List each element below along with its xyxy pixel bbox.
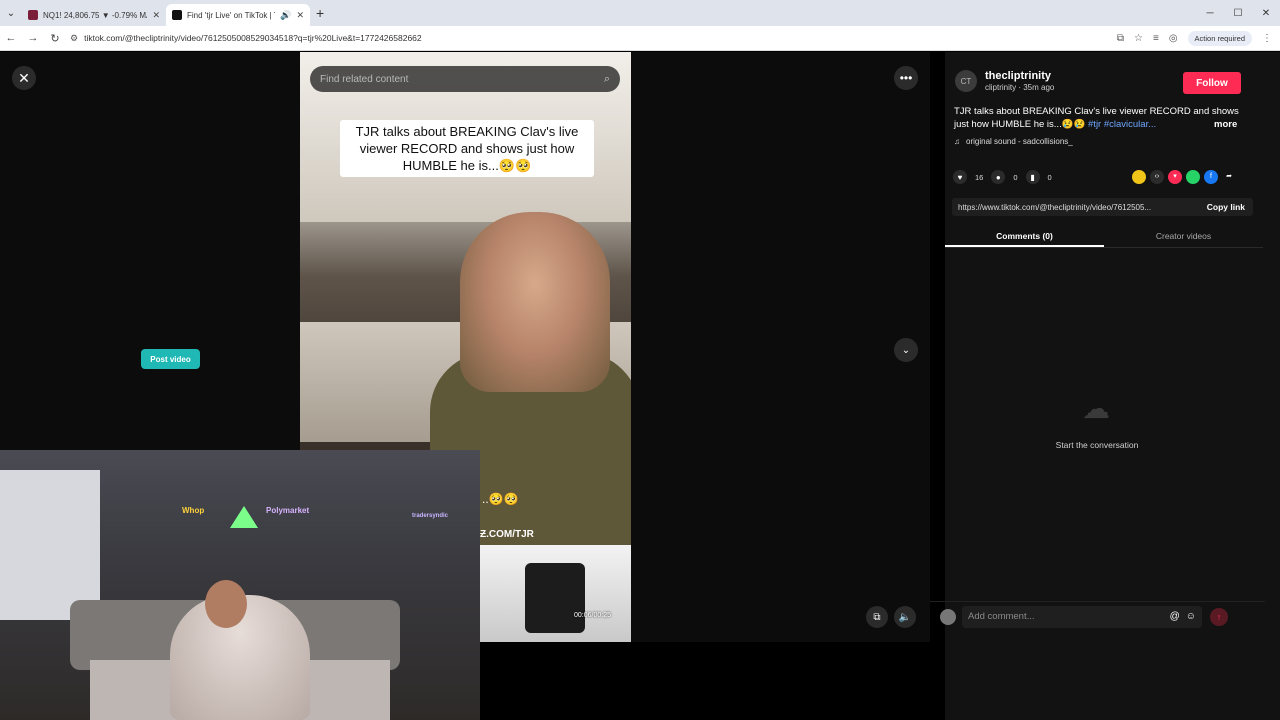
- stats-row: ♥ 16 ● 0 ▮ 0: [953, 170, 1052, 184]
- video-link: https://www.tiktok.com/@thecliptrinity/v…: [958, 202, 1152, 212]
- url-field[interactable]: ⚙ tiktok.com/@thecliptrinity/video/76125…: [70, 29, 1117, 48]
- empty-comments-icon: ☁: [1082, 393, 1110, 424]
- user-avatar: [940, 608, 956, 625]
- tab-creator-videos[interactable]: Creator videos: [1104, 226, 1263, 247]
- neon-sign-tradersyndic: tradersyndic: [412, 513, 449, 519]
- like-count: 16: [975, 172, 984, 182]
- whiteboard: [0, 470, 100, 620]
- url-text: tiktok.com/@thecliptrinity/video/7612505…: [84, 33, 422, 43]
- tradingview-favicon-icon: [28, 10, 38, 20]
- comment-bar: @ ☺ ↑: [930, 601, 1265, 631]
- brand-label: Ƶ.COM/TJR: [480, 529, 534, 540]
- whatsapp-icon[interactable]: [1186, 170, 1200, 184]
- phone-image: [525, 563, 585, 633]
- author-row[interactable]: CT thecliptrinity cliptrinity · 35m ago: [955, 70, 1054, 92]
- facebook-icon[interactable]: f: [1204, 170, 1218, 184]
- tab-audio-icon[interactable]: 🔊: [280, 10, 291, 21]
- tab-close-icon[interactable]: ✕: [296, 10, 304, 21]
- tab-title: NQ1! 24,806.75 ▼ -0.79% MA: [43, 10, 148, 20]
- embed-icon[interactable]: ‹›: [1150, 170, 1164, 184]
- install-app-icon[interactable]: ⧉: [1117, 33, 1124, 44]
- details-panel: CT thecliptrinity cliptrinity · 35m ago …: [930, 52, 1280, 720]
- heart-icon[interactable]: ♥: [953, 170, 967, 184]
- phone-inset: [480, 545, 631, 642]
- send-to-friends-icon[interactable]: ▾: [1168, 170, 1182, 184]
- action-required-button[interactable]: Action required: [1187, 30, 1252, 46]
- browser-tab-bar: ⌄ NQ1! 24,806.75 ▼ -0.79% MA ✕ Find 'tjr…: [0, 0, 1280, 26]
- sound-name[interactable]: original sound - sadcollisions_: [966, 137, 1073, 146]
- site-info-icon[interactable]: ⚙: [70, 33, 78, 44]
- follow-button[interactable]: Follow: [1183, 72, 1241, 94]
- reload-icon[interactable]: ↻: [44, 32, 66, 45]
- emoji-strip: ..🥺🥺: [482, 492, 519, 506]
- author-meta: cliptrinity · 35m ago: [985, 83, 1055, 92]
- volume-icon[interactable]: 🔈: [894, 606, 916, 628]
- comment-input[interactable]: [968, 611, 1164, 622]
- close-icon[interactable]: ✕: [12, 66, 36, 90]
- comment-icon[interactable]: ●: [991, 170, 1006, 184]
- new-tab-icon[interactable]: +: [316, 5, 324, 21]
- neon-triangle: [230, 506, 258, 528]
- video-viewer: ✕ Post video ••• ⌄ ⌕ TJR talks about BRE…: [0, 52, 1280, 720]
- minimize-icon[interactable]: ─: [1196, 8, 1224, 19]
- neon-sign-polymarket: Polymarket: [266, 506, 310, 515]
- sound-row[interactable]: ♫ original sound - sadcollisions_: [954, 137, 1073, 146]
- mention-icon[interactable]: @: [1170, 611, 1180, 622]
- empty-comments-text: Start the conversation: [1055, 440, 1139, 450]
- send-icon[interactable]: ↑: [1210, 607, 1228, 626]
- share-arrow-icon[interactable]: ➦: [1222, 170, 1236, 184]
- maximize-icon[interactable]: ☐: [1224, 8, 1252, 19]
- bookmark-icon[interactable]: ▮: [1025, 170, 1040, 184]
- more-options-icon[interactable]: •••: [894, 66, 918, 90]
- extensions-icon[interactable]: ≡: [1153, 33, 1159, 44]
- emoji-icon[interactable]: ☺: [1186, 611, 1196, 622]
- webcam-overlay: Whop Polymarket tradersyndic: [0, 450, 480, 720]
- related-search[interactable]: ⌕: [310, 66, 620, 92]
- coin-icon[interactable]: [1132, 170, 1146, 184]
- video-description: TJR talks about BREAKING Clav's live vie…: [954, 105, 1254, 131]
- tiktok-favicon-icon: [172, 10, 182, 20]
- tab-close-icon[interactable]: ✕: [152, 10, 160, 21]
- neon-sign-whop: Whop: [182, 506, 205, 515]
- panel-tabs: Comments (0) Creator videos: [945, 226, 1263, 248]
- avatar[interactable]: CT: [955, 70, 977, 92]
- address-bar: ← → ↻ ⚙ tiktok.com/@thecliptrinity/video…: [0, 26, 1280, 51]
- video-person: [460, 212, 610, 392]
- more-button[interactable]: more: [1214, 118, 1237, 131]
- tab-search-icon[interactable]: ⌄: [0, 0, 22, 26]
- profile-icon[interactable]: ◎: [1169, 33, 1178, 44]
- browser-menu-icon[interactable]: ⋮: [1262, 33, 1272, 44]
- related-search-input[interactable]: [320, 73, 604, 85]
- tab-comments[interactable]: Comments (0): [945, 226, 1104, 247]
- author-name[interactable]: thecliptrinity: [985, 70, 1054, 82]
- hashtags[interactable]: #tjr #clavicular...: [1088, 119, 1156, 130]
- comment-field[interactable]: @ ☺: [962, 605, 1202, 628]
- video-caption: TJR talks about BREAKING Clav's live vie…: [340, 120, 594, 177]
- tab-tradingview[interactable]: NQ1! 24,806.75 ▼ -0.79% MA ✕: [22, 4, 166, 26]
- comment-count: 0: [1013, 172, 1018, 182]
- forward-icon[interactable]: →: [22, 32, 44, 44]
- bookmark-star-icon[interactable]: ☆: [1134, 33, 1143, 44]
- tab-title: Find 'tjr Live' on TikTok | Ti: [187, 10, 276, 20]
- tab-tiktok[interactable]: Find 'tjr Live' on TikTok | Ti 🔊 ✕: [166, 4, 310, 26]
- video-timecode: 00:06/00:25: [574, 612, 611, 619]
- streamer-head: [205, 580, 247, 628]
- search-icon[interactable]: ⌕: [604, 73, 610, 86]
- picture-in-picture-icon[interactable]: ⧉: [866, 606, 888, 628]
- window-controls: ─ ☐ ✕: [1196, 0, 1280, 26]
- copy-link-button[interactable]: Copy link: [1199, 202, 1253, 212]
- back-icon[interactable]: ←: [0, 32, 22, 44]
- music-note-icon: ♫: [954, 137, 960, 146]
- chevron-down-icon[interactable]: ⌄: [894, 338, 918, 362]
- link-row: https://www.tiktok.com/@thecliptrinity/v…: [952, 198, 1253, 216]
- post-video-button[interactable]: Post video: [141, 349, 200, 369]
- share-row: ‹› ▾ f ➦: [1132, 170, 1236, 184]
- close-window-icon[interactable]: ✕: [1252, 8, 1280, 19]
- save-count: 0: [1047, 172, 1052, 182]
